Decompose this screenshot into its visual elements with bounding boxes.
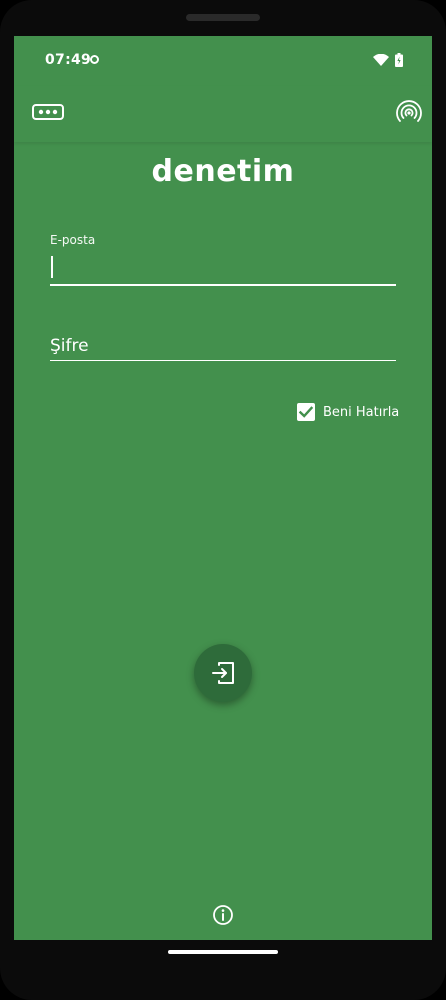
status-bar: 07:49 xyxy=(14,36,432,86)
login-icon xyxy=(212,662,234,684)
text-cursor xyxy=(51,256,53,278)
battery-icon xyxy=(395,53,403,67)
email-field[interactable] xyxy=(50,250,396,286)
email-label: E-posta xyxy=(50,233,96,247)
app-bar xyxy=(14,86,432,142)
login-button[interactable] xyxy=(194,644,252,702)
phone-frame: 07:49 denetim E-posta Beni Hatırla xyxy=(0,0,446,1000)
checkmark-icon xyxy=(298,406,314,418)
info-icon[interactable] xyxy=(212,904,234,926)
status-time: 07:49 xyxy=(45,52,92,68)
remember-me-row[interactable]: Beni Hatırla xyxy=(297,402,399,422)
password-icon[interactable] xyxy=(32,104,64,120)
app-screen: 07:49 denetim E-posta Beni Hatırla xyxy=(14,36,432,940)
wifi-icon xyxy=(373,54,389,66)
remember-me-label: Beni Hatırla xyxy=(323,404,400,420)
app-logo: denetim xyxy=(151,154,295,189)
password-field[interactable] xyxy=(50,332,396,361)
remember-me-checkbox[interactable] xyxy=(297,403,315,421)
navigation-bar xyxy=(0,940,446,1000)
notification-icon xyxy=(90,55,99,64)
nfc-icon[interactable] xyxy=(396,100,422,126)
speaker-grille xyxy=(186,14,260,21)
home-gesture-handle[interactable] xyxy=(168,950,278,954)
